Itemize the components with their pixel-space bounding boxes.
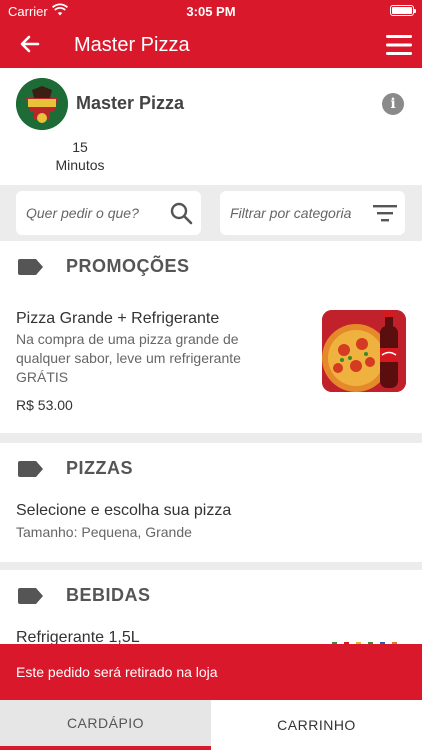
section-label: PROMOÇÕES bbox=[66, 256, 190, 276]
back-arrow-icon[interactable] bbox=[18, 32, 42, 56]
item-image bbox=[322, 310, 406, 392]
tag-icon bbox=[18, 259, 43, 275]
item-name: Pizza Grande + Refrigerante bbox=[16, 310, 220, 327]
list-item-promo[interactable]: Pizza Grande + Refrigerante Na compra de… bbox=[0, 293, 422, 433]
item-desc: Tamanho: Pequena, Grande bbox=[16, 524, 192, 540]
search-placeholder: Quer pedir o que? bbox=[26, 205, 139, 221]
filter-icon[interactable] bbox=[373, 203, 397, 223]
bottom-tab-bar: CARDÁPIO CARRINHO bbox=[0, 700, 422, 750]
hamburger-menu-icon[interactable] bbox=[386, 34, 412, 56]
list-item-drink[interactable]: Refrigerante 1,5L bbox=[0, 622, 422, 644]
restaurant-name: Master Pizza bbox=[76, 93, 185, 113]
item-name: Refrigerante 1,5L bbox=[16, 629, 140, 644]
navigation-bar: Master Pizza bbox=[0, 22, 422, 68]
delivery-time-value: 15 bbox=[72, 139, 88, 155]
clock: 3:05 PM bbox=[186, 4, 236, 19]
section-header-bebidas: BEBIDAS bbox=[0, 570, 422, 622]
filters-bar: Quer pedir o que? Filtrar por categoria bbox=[0, 185, 422, 241]
section-label: PIZZAS bbox=[66, 458, 134, 478]
category-filter[interactable]: Filtrar por categoria bbox=[220, 191, 405, 235]
battery-icon bbox=[390, 5, 416, 16]
item-desc-line: Na compra de uma pizza grande de bbox=[16, 331, 239, 347]
item-name: Selecione e escolha sua pizza bbox=[16, 502, 232, 519]
restaurant-logo bbox=[16, 78, 68, 130]
item-desc-line: GRÁTIS bbox=[16, 369, 69, 385]
tab-carrinho[interactable]: CARRINHO bbox=[211, 700, 422, 750]
page-title: Master Pizza bbox=[74, 34, 190, 56]
section-label: BEBIDAS bbox=[66, 585, 151, 605]
item-price: R$ 53.00 bbox=[16, 397, 73, 413]
restaurant-header: Master Pizza i 15 Minutos bbox=[0, 68, 422, 185]
delivery-time-unit: Minutos bbox=[55, 157, 105, 173]
list-item-pizza[interactable]: Selecione e escolha sua pizza Tamanho: P… bbox=[0, 495, 422, 562]
info-icon[interactable]: i bbox=[382, 93, 404, 115]
pickup-notice-text: Este pedido será retirado na loja bbox=[16, 664, 218, 680]
category-placeholder: Filtrar por categoria bbox=[230, 205, 352, 221]
item-desc-line: qualquer sabor, leve um refrigerante bbox=[16, 350, 241, 366]
status-bar: Carrier 3:05 PM bbox=[0, 0, 422, 22]
tag-icon bbox=[18, 588, 43, 604]
tag-icon bbox=[18, 461, 43, 477]
tab-cardapio[interactable]: CARDÁPIO bbox=[0, 700, 211, 750]
search-input[interactable]: Quer pedir o que? bbox=[16, 191, 201, 235]
pickup-notice: Este pedido será retirado na loja bbox=[0, 644, 422, 700]
section-header-promocoes: PROMOÇÕES bbox=[0, 241, 422, 293]
search-icon[interactable] bbox=[169, 201, 193, 225]
section-header-pizzas: PIZZAS bbox=[0, 443, 422, 495]
item-image bbox=[330, 636, 400, 644]
